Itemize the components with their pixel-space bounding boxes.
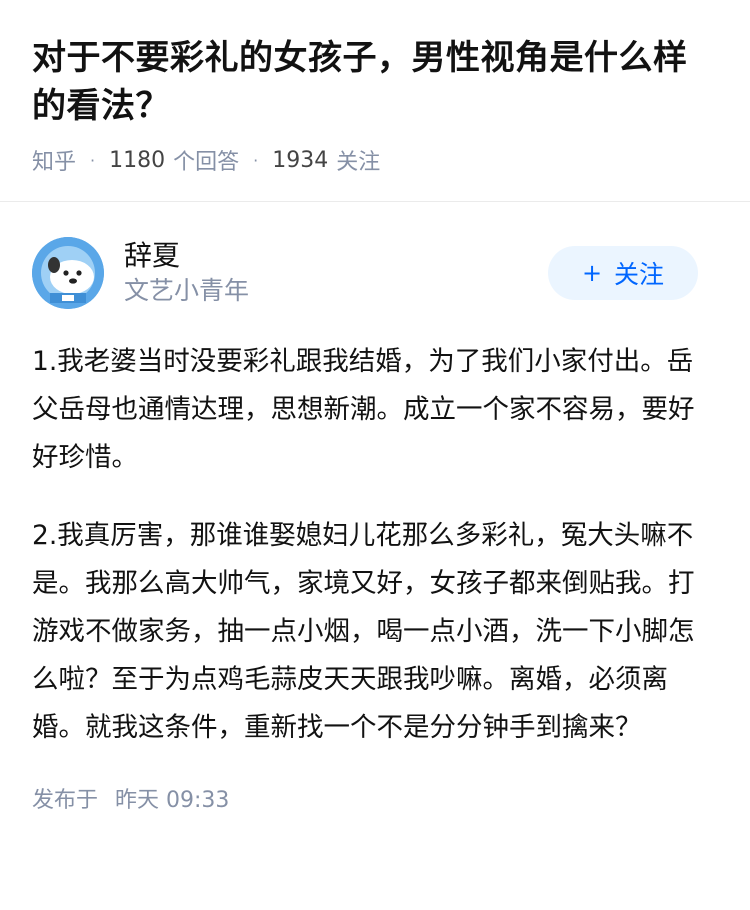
source-label[interactable]: 知乎 <box>32 144 76 176</box>
follower-count: 1934 <box>272 147 329 173</box>
follow-label: 关注 <box>614 260 665 289</box>
publish-time: 昨天 09:33 <box>115 788 230 813</box>
question-header: 对于不要彩礼的女孩子，男性视角是什么样的看法？ 知乎 · 1180 个回答 · … <box>0 0 750 202</box>
question-meta: 知乎 · 1180 个回答 · 1934 关注 <box>32 144 718 176</box>
meta-separator: · <box>90 150 96 170</box>
plus-icon: + <box>581 259 603 287</box>
avatar-illustration-icon <box>32 237 104 309</box>
author-info: 辞夏 文艺小青年 <box>124 238 249 308</box>
answer-paragraph: 1.我老婆当时没要彩礼跟我结婚，为了我们小家付出。岳父岳母也通情达理，思想新潮。… <box>32 346 695 473</box>
avatar[interactable] <box>32 237 104 309</box>
meta-separator: · <box>253 150 259 170</box>
publish-label: 发布于 <box>32 788 99 813</box>
author-name[interactable]: 辞夏 <box>124 238 249 274</box>
answer-content: 1.我老婆当时没要彩礼跟我结婚，为了我们小家付出。岳父岳母也通情达理，思想新潮。… <box>32 338 718 752</box>
answer-card: 辞夏 文艺小青年 + 关注 1.我老婆当时没要彩礼跟我结婚，为了我们小家付出。岳… <box>0 202 750 814</box>
follow-button[interactable]: + 关注 <box>548 246 698 300</box>
answer-paragraph: 2.我真厉害，那谁谁娶媳妇儿花那么多彩礼，冤大头嘛不是。我那么高大帅气，家境又好… <box>32 520 695 743</box>
follower-count-label[interactable]: 关注 <box>336 144 380 176</box>
question-title[interactable]: 对于不要彩礼的女孩子，男性视角是什么样的看法？ <box>32 34 718 130</box>
publish-info: 发布于 昨天 09:33 <box>32 782 718 814</box>
answer-count-label[interactable]: 个回答 <box>173 144 239 176</box>
answer-count: 1180 <box>109 147 166 173</box>
author-row: 辞夏 文艺小青年 + 关注 <box>32 236 718 310</box>
author-bio: 文艺小青年 <box>124 276 250 305</box>
